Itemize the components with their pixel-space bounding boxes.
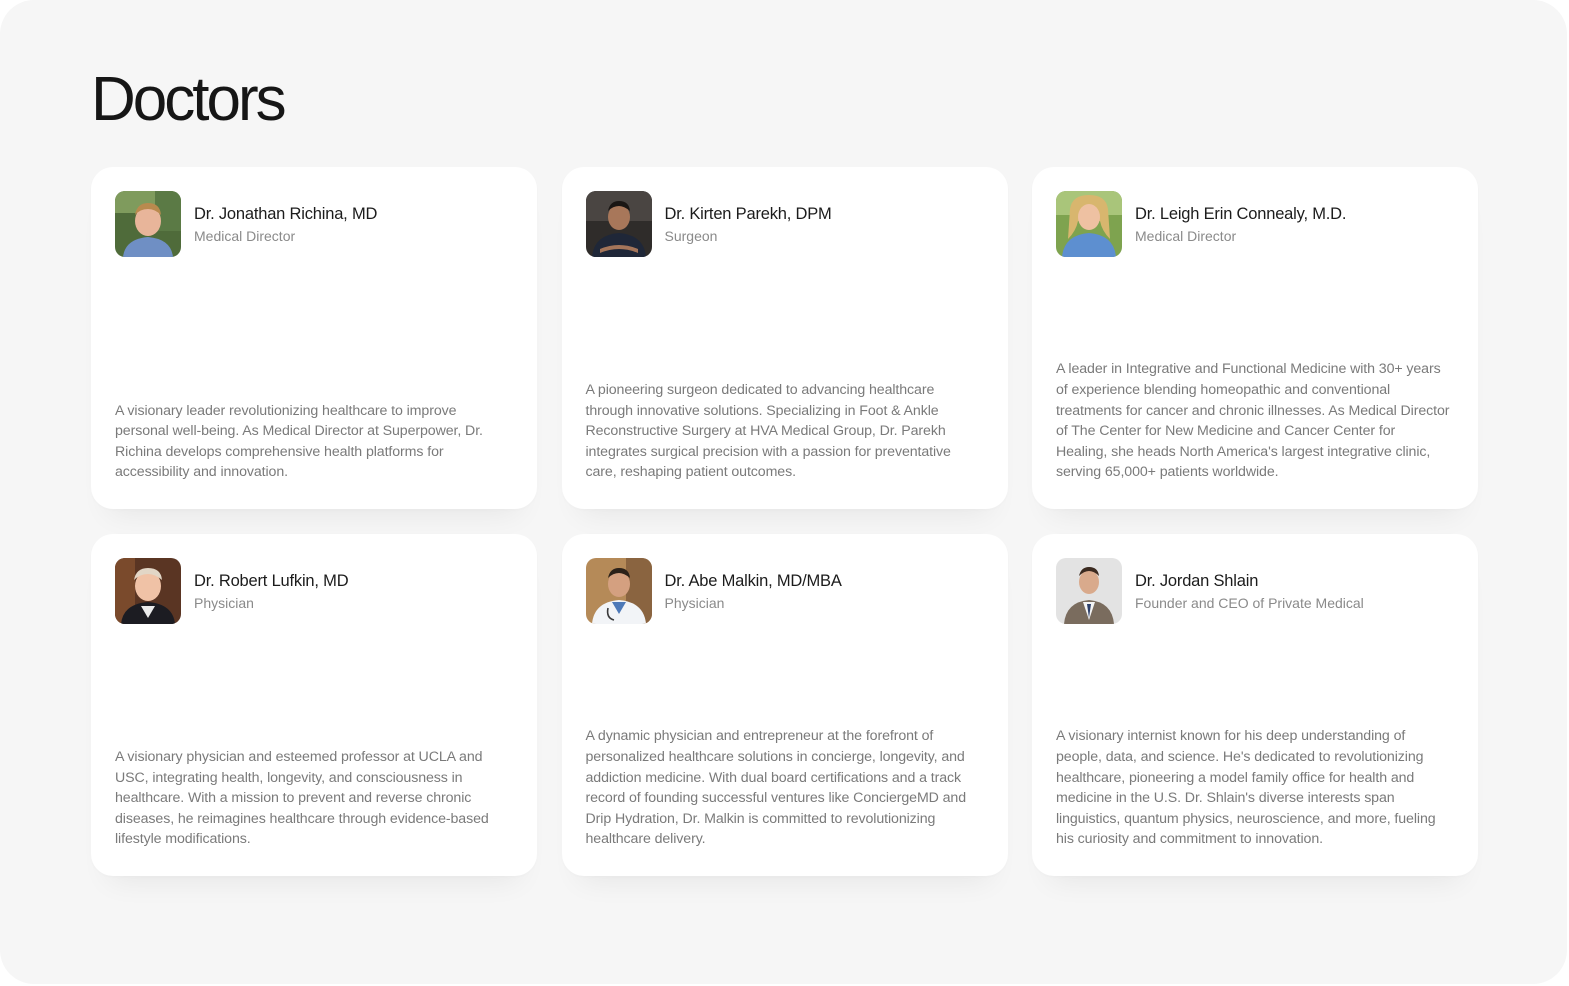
doctor-bio: A visionary internist known for his deep…: [1056, 728, 1436, 848]
doctor-card[interactable]: Dr. Robert Lufkin, MD Physician A vision…: [91, 534, 537, 876]
doctor-name: Dr. Abe Malkin, MD/MBA: [664, 572, 842, 590]
doctors-page: Doctors Dr. Jonathan Richina, MD Medical…: [0, 0, 1567, 984]
doctors-grid: Dr. Jonathan Richina, MD Medical Directo…: [91, 167, 1478, 876]
doctor-role: Medical Director: [1135, 228, 1237, 244]
doctor-role: Physician: [194, 595, 254, 611]
doctor-name: Dr. Robert Lufkin, MD: [194, 572, 349, 590]
doctor-card[interactable]: Dr. Jordan Shlain Founder and CEO of Pri…: [1032, 534, 1478, 876]
doctor-photo: [115, 191, 181, 257]
doctor-card-header: Dr. Leigh Erin Connealy, M.D. Medical Di…: [1056, 191, 1454, 257]
doctor-role: Surgeon: [664, 228, 718, 244]
doctor-bio: A visionary physician and esteemed profe…: [115, 749, 489, 848]
doctor-role: Medical Director: [194, 228, 296, 244]
doctor-role: Founder and CEO of Private Medical: [1135, 595, 1364, 611]
doctor-card-header: Dr. Robert Lufkin, MD Physician: [115, 558, 513, 624]
doctor-card-header: Dr. Jordan Shlain Founder and CEO of Pri…: [1056, 558, 1454, 624]
doctor-bio: A dynamic physician and entrepreneur at …: [585, 728, 967, 848]
doctor-name: Dr. Jordan Shlain: [1135, 572, 1259, 590]
doctor-name: Dr. Kirten Parekh, DPM: [664, 205, 832, 223]
doctor-card[interactable]: Dr. Kirten Parekh, DPM Surgeon A pioneer…: [561, 167, 1008, 509]
page-title: Doctors: [91, 65, 287, 134]
doctor-bio: A leader in Integrative and Functional M…: [1056, 361, 1450, 481]
doctor-card-header: Dr. Jonathan Richina, MD Medical Directo…: [115, 191, 513, 257]
doctor-card[interactable]: Dr. Leigh Erin Connealy, M.D. Medical Di…: [1032, 167, 1478, 509]
doctor-role: Physician: [664, 595, 725, 611]
doctor-photo: [1056, 191, 1122, 257]
doctor-card-header: Dr. Abe Malkin, MD/MBA Physician: [585, 558, 984, 624]
doctor-bio: A visionary leader revolutionizing healt…: [115, 402, 483, 481]
doctor-bio: A pioneering surgeon dedicated to advanc…: [585, 382, 951, 481]
doctor-photo: [1056, 558, 1122, 624]
doctor-card-header: Dr. Kirten Parekh, DPM Surgeon: [585, 191, 984, 257]
doctor-photo: [115, 558, 181, 624]
doctor-name: Dr. Jonathan Richina, MD: [194, 205, 378, 223]
doctor-name: Dr. Leigh Erin Connealy, M.D.: [1135, 205, 1347, 223]
doctor-photo: [585, 191, 652, 257]
doctor-card[interactable]: Dr. Abe Malkin, MD/MBA Physician A dynam…: [561, 534, 1008, 876]
doctor-card[interactable]: Dr. Jonathan Richina, MD Medical Directo…: [91, 167, 537, 509]
doctor-photo: [585, 558, 652, 624]
